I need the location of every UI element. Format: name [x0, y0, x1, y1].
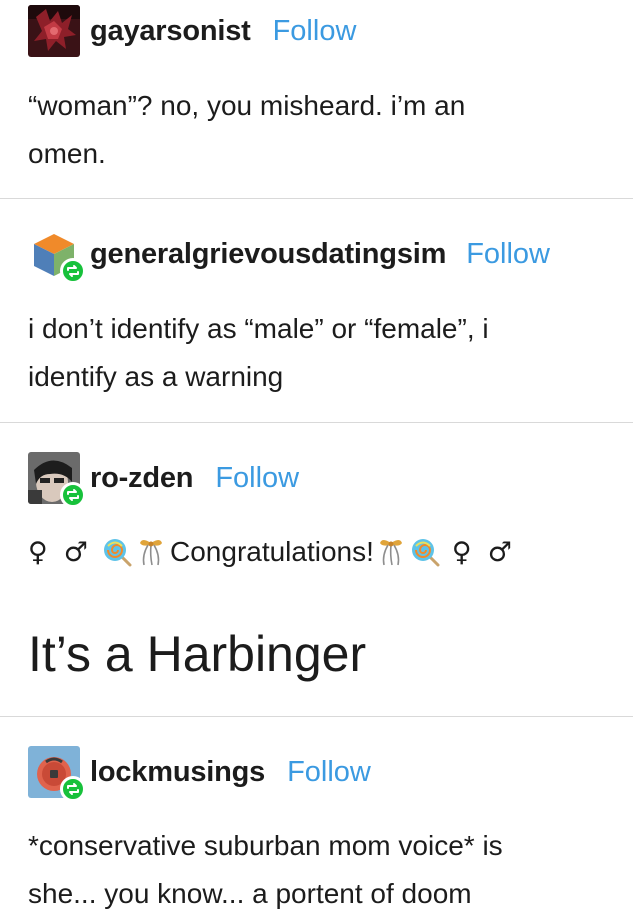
follow-button[interactable]: Follow	[466, 238, 550, 271]
avatar[interactable]	[28, 746, 86, 802]
male-symbol: ♂	[487, 536, 512, 568]
reblog-icon	[60, 482, 86, 508]
post-divider	[0, 716, 633, 717]
lollipop-icon	[104, 539, 132, 567]
avatar[interactable]	[28, 452, 86, 508]
reblog-icon	[60, 258, 86, 284]
post-divider	[0, 422, 633, 423]
ribbon-icon	[140, 540, 162, 566]
post-text-line: *conservative suburban mom voice* is	[28, 830, 503, 861]
post-divider	[0, 198, 633, 199]
follow-button[interactable]: Follow	[273, 15, 357, 48]
male-symbol: ♂	[63, 536, 88, 568]
username[interactable]: lockmusings	[90, 756, 265, 789]
congrats-line: ♀ ♂ Congratulations! ♀ ♂	[28, 532, 628, 572]
post-text-line: “woman”? no, you misheard. i’m an	[28, 90, 466, 121]
follow-button[interactable]: Follow	[287, 756, 371, 789]
post-text-line: omen.	[28, 138, 106, 169]
reblog-icon	[60, 776, 86, 802]
post-text: i don’t identify as “male” or “female”, …	[28, 305, 608, 401]
post-header: lockmusings Follow	[28, 746, 371, 802]
avatar-image	[28, 5, 80, 57]
follow-button[interactable]: Follow	[215, 462, 299, 495]
post-text: “woman”? no, you misheard. i’m an omen.	[28, 82, 608, 178]
post-text-line: she... you know... a portent of doom	[28, 878, 472, 909]
avatar[interactable]	[28, 5, 80, 57]
username[interactable]: gayarsonist	[90, 15, 251, 48]
female-symbol: ♀	[28, 536, 48, 568]
post-header: gayarsonist Follow	[28, 5, 356, 57]
post-text: *conservative suburban mom voice* is she…	[28, 822, 608, 918]
avatar[interactable]	[28, 228, 86, 284]
post-header: generalgrievousdatingsim Follow	[28, 228, 550, 284]
female-symbol: ♀	[451, 536, 472, 568]
ribbon-icon	[379, 540, 402, 566]
post-text-line: identify as a warning	[28, 361, 284, 392]
congrats-text: Congratulations!	[170, 536, 374, 567]
lollipop-icon	[411, 539, 440, 567]
username[interactable]: generalgrievousdatingsim	[90, 238, 446, 271]
username[interactable]: ro-zden	[90, 462, 194, 495]
post-text-line: i don’t identify as “male” or “female”, …	[28, 313, 489, 344]
post-header: ro-zden Follow	[28, 452, 299, 508]
post-heading: It’s a Harbinger	[28, 626, 367, 682]
